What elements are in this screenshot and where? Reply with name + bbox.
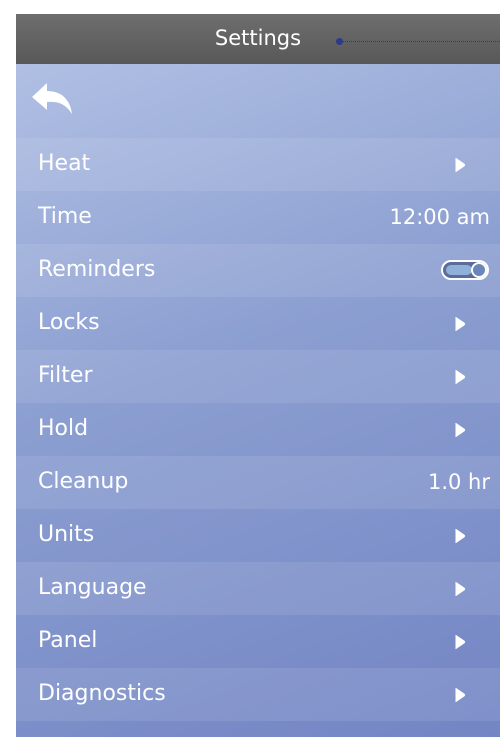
menu-item-label: Panel <box>38 628 98 653</box>
settings-screen: Settings Heat Time 12:00 am Reminders Lo… <box>16 14 500 737</box>
menu-item-locks[interactable]: Locks <box>16 297 500 350</box>
back-arrow-icon <box>32 83 72 114</box>
menu-item-label: Time <box>38 204 92 229</box>
menu-item-label: Units <box>38 522 95 547</box>
menu-item-label: Heat <box>38 151 91 176</box>
menu-item-filter[interactable]: Filter <box>16 350 500 403</box>
play-arrow-icon <box>455 369 466 385</box>
menu-item-language[interactable]: Language <box>16 562 500 615</box>
play-arrow-icon <box>455 634 466 650</box>
menu-item-label: Diagnostics <box>38 681 166 706</box>
callout-line <box>342 41 500 42</box>
menu-item-diagnostics[interactable]: Diagnostics <box>16 668 500 721</box>
play-arrow-icon <box>455 422 466 438</box>
play-arrow-icon <box>455 157 466 173</box>
play-arrow-icon <box>455 687 466 703</box>
cleanup-value: 1.0 hr <box>427 470 490 494</box>
back-button[interactable] <box>30 80 76 118</box>
menu-item-heat[interactable]: Heat <box>16 138 500 191</box>
menu-item-cleanup[interactable]: Cleanup 1.0 hr <box>16 456 500 509</box>
menu-item-label: Locks <box>38 310 100 335</box>
menu-item-units[interactable]: Units <box>16 509 500 562</box>
menu-item-reminders[interactable]: Reminders <box>16 244 500 297</box>
title-callout-pointer <box>336 38 500 46</box>
menu-item-label: Hold <box>38 416 89 441</box>
menu-item-label: Reminders <box>38 257 156 282</box>
menu-item-hold[interactable]: Hold <box>16 403 500 456</box>
menu-item-label: Cleanup <box>38 469 129 494</box>
time-value: 12:00 am <box>389 205 490 229</box>
menu-item-time[interactable]: Time 12:00 am <box>16 191 500 244</box>
menu-item-label: Language <box>38 575 147 600</box>
menu-item-label: Filter <box>38 363 93 388</box>
play-arrow-icon <box>455 581 466 597</box>
menu-item-panel[interactable]: Panel <box>16 615 500 668</box>
toggle-switch-icon[interactable] <box>441 260 489 280</box>
settings-menu: Heat Time 12:00 am Reminders Locks Filte… <box>16 138 500 721</box>
play-arrow-icon <box>455 316 466 332</box>
play-arrow-icon <box>455 528 466 544</box>
